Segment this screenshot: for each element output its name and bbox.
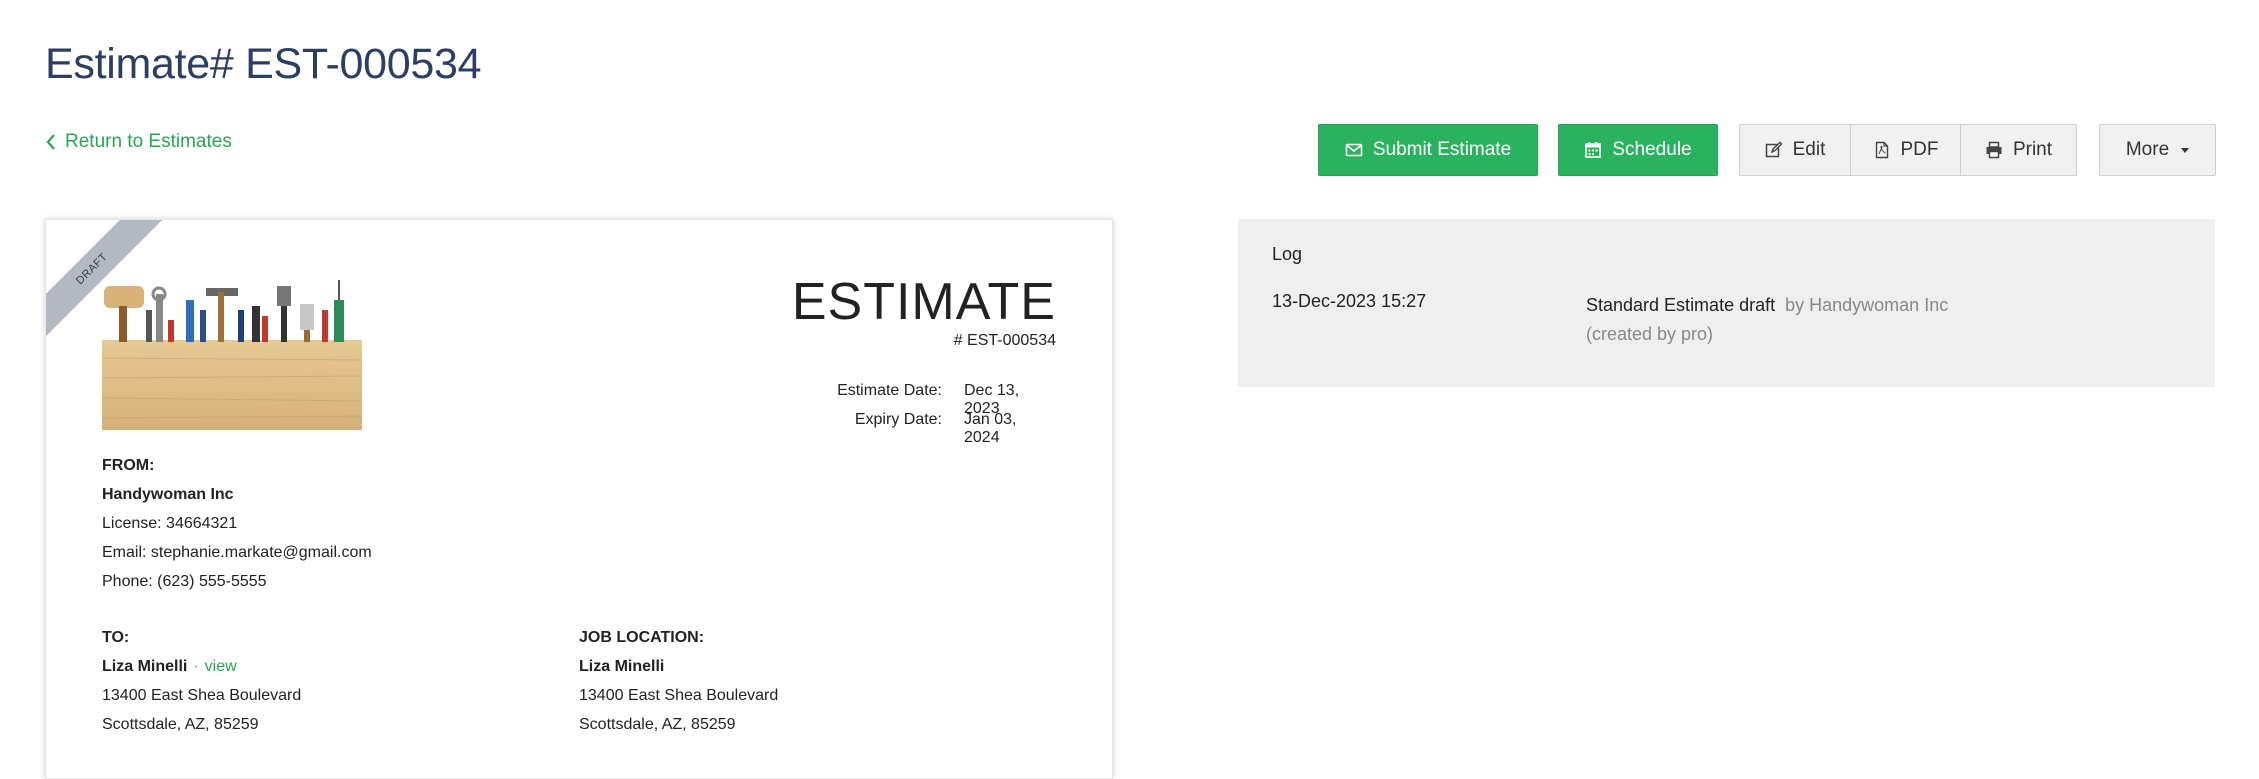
view-customer-link[interactable]: view (205, 658, 237, 675)
schedule-button[interactable]: Schedule (1558, 124, 1718, 176)
edit-button[interactable]: Edit (1739, 124, 1851, 176)
more-label: More (2125, 139, 2170, 160)
log-entry-by: by Handywoman Inc (1785, 295, 1949, 315)
printer-icon (1986, 141, 2002, 159)
print-button[interactable]: Print (1960, 124, 2077, 176)
log-title: Log (1272, 244, 1303, 264)
job-location-label: JOB LOCATION: (579, 629, 705, 646)
log-panel: Log 13-Dec-2023 15:27 Standard Estimate … (1238, 219, 2215, 387)
toolbar: Submit Estimate Schedule Edit PDF Print … (0, 124, 2259, 176)
company-logo (102, 280, 362, 430)
to-label: TO: (102, 629, 130, 646)
job-location-city: Scottsdale, AZ, 85259 (579, 716, 736, 733)
log-entry-timestamp: 13-Dec-2023 15:27 (1272, 291, 1427, 311)
pdf-label: PDF (1900, 139, 1939, 160)
from-email: Email: stephanie.markate@gmail.com (102, 544, 372, 561)
job-location-street: 13400 East Shea Boulevard (579, 687, 779, 704)
envelope-icon (1345, 143, 1363, 157)
log-entry-action: Standard Estimate draft (1586, 295, 1776, 315)
document-actions-group: Edit PDF Print (1739, 124, 2077, 176)
schedule-label: Schedule (1612, 139, 1692, 160)
from-company: Handywoman Inc (102, 486, 234, 503)
to-street: 13400 East Shea Boulevard (102, 687, 302, 704)
estimate-heading: ESTIMATE (791, 273, 1056, 331)
edit-icon (1765, 141, 1783, 158)
submit-estimate-label: Submit Estimate (1372, 139, 1512, 160)
from-label: FROM: (102, 457, 155, 474)
job-location-section: JOB LOCATION: Liza Minelli 13400 East Sh… (579, 623, 778, 739)
log-entry: Standard Estimate draft by Handywoman In… (1586, 291, 1948, 349)
to-separator: · (193, 658, 199, 675)
pdf-file-icon (1875, 141, 1888, 159)
estimate-number: # EST-000534 (953, 332, 1056, 349)
to-name: Liza Minelli (102, 658, 188, 675)
calendar-icon (1585, 142, 1602, 158)
from-section: FROM: Handywoman Inc License: 34664321 E… (102, 451, 372, 596)
estimate-document: DRAFT ESTIMATE # EST-000534 Estimate Dat… (45, 219, 1113, 779)
from-phone: Phone: (623) 555-5555 (102, 573, 267, 590)
expiry-date-value: Jan 03, 2024 (964, 411, 1017, 446)
page-title: Estimate# EST-000534 (45, 40, 482, 88)
expiry-date-label: Expiry Date: (854, 411, 942, 428)
expiry-date-row: Expiry Date: Jan 03, 2024 (782, 411, 1056, 447)
pdf-button[interactable]: PDF (1850, 124, 1961, 176)
to-section: TO: Liza Minelli · view 13400 East Shea Bo… (102, 623, 301, 739)
submit-estimate-button[interactable]: Submit Estimate (1318, 124, 1538, 176)
from-license: License: 34664321 (102, 515, 238, 532)
job-location-name: Liza Minelli (579, 658, 665, 675)
caret-down-icon (2181, 147, 2190, 153)
log-entry-note: (created by pro) (1586, 324, 1714, 344)
to-city: Scottsdale, AZ, 85259 (102, 716, 259, 733)
to-name-row: Liza Minelli · view (102, 652, 301, 681)
more-dropdown-button[interactable]: More (2099, 124, 2216, 176)
print-label: Print (2012, 139, 2053, 160)
edit-label: Edit (1792, 139, 1826, 160)
